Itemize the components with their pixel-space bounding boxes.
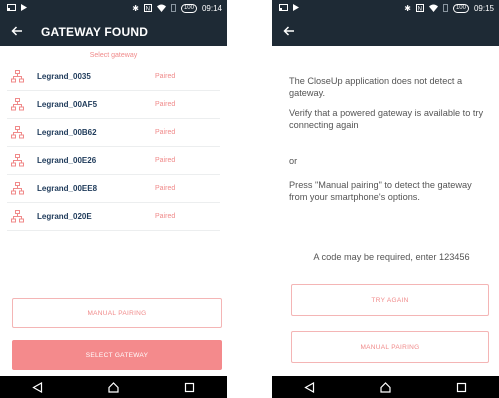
arrow-left-icon[interactable] bbox=[283, 24, 305, 40]
network-hub-icon bbox=[7, 210, 33, 223]
page-title: GATEWAY FOUND bbox=[41, 24, 149, 39]
svg-text:N: N bbox=[418, 6, 422, 12]
battery-indicator: 100 bbox=[452, 4, 469, 13]
home-icon[interactable] bbox=[93, 376, 133, 398]
gateway-status: Paired bbox=[155, 185, 176, 192]
gateway-item-legrand-0035[interactable]: Legrand_0035 Paired bbox=[7, 63, 220, 91]
try-again-button[interactable]: TRY AGAIN bbox=[291, 284, 489, 316]
status-bar: ✱ N 100 09:14 bbox=[0, 0, 227, 17]
wifi-icon bbox=[156, 4, 166, 14]
recents-icon[interactable] bbox=[441, 376, 481, 398]
network-hub-icon bbox=[7, 126, 33, 139]
manual-pairing-button[interactable]: MANUAL PAIRING bbox=[291, 331, 489, 363]
gateway-name: Legrand_00E26 bbox=[37, 156, 97, 165]
network-hub-icon bbox=[7, 98, 33, 111]
recents-icon[interactable] bbox=[169, 376, 209, 398]
nfc-icon: N bbox=[143, 3, 152, 14]
battery-indicator: 100 bbox=[180, 4, 197, 13]
gateway-item-legrand-00b62[interactable]: Legrand_00B62 Paired bbox=[7, 119, 220, 147]
navigation-bar bbox=[272, 376, 499, 398]
app-bar bbox=[272, 17, 499, 46]
wifi-icon bbox=[428, 4, 438, 14]
navigation-bar bbox=[0, 376, 227, 398]
select-gateway-label: Select gateway bbox=[89, 52, 138, 59]
play-store-icon bbox=[293, 4, 299, 13]
gateway-status: Paired bbox=[155, 101, 176, 108]
bluetooth-icon: ✱ bbox=[132, 3, 139, 13]
verify-gateway-message: Verify that a powered gateway is availab… bbox=[289, 108, 484, 130]
play-store-icon bbox=[21, 4, 27, 13]
gateway-name: Legrand_00EE8 bbox=[37, 184, 98, 193]
gateway-name: Legrand_0035 bbox=[37, 72, 91, 81]
bluetooth-icon: ✱ bbox=[404, 3, 411, 13]
gateway-item-legrand-020e[interactable]: Legrand_020E Paired bbox=[7, 203, 220, 231]
back-triangle-icon[interactable] bbox=[18, 376, 58, 398]
no-gateway-content: The CloseUp application does not detect … bbox=[272, 46, 499, 376]
sim-icon bbox=[442, 3, 448, 14]
code-hint: A code may be required, enter 123456 bbox=[313, 252, 470, 262]
manual-pairing-instructions: Press "Manual pairing" to detect the gat… bbox=[289, 180, 472, 202]
gateway-name: Legrand_020E bbox=[37, 212, 92, 221]
network-hub-icon bbox=[7, 182, 33, 195]
or-separator: or bbox=[289, 156, 298, 166]
svg-text:N: N bbox=[146, 6, 150, 12]
select-gateway-button[interactable]: SELECT GATEWAY bbox=[12, 340, 222, 370]
status-bar: ✱ N 100 09:15 bbox=[272, 0, 499, 17]
app-bar: GATEWAY FOUND bbox=[0, 17, 227, 46]
cast-icon bbox=[279, 4, 288, 13]
gateway-name: Legrand_00AF5 bbox=[37, 100, 98, 109]
network-hub-icon bbox=[7, 70, 33, 83]
gateway-item-legrand-00ee8[interactable]: Legrand_00EE8 Paired bbox=[7, 175, 220, 203]
gateway-found-screen: ✱ N 100 09:14 GATEWAY FOUND Select gatew… bbox=[0, 0, 227, 398]
clock: 09:15 bbox=[473, 4, 494, 13]
gateway-status: Paired bbox=[155, 213, 176, 220]
cast-icon bbox=[7, 4, 16, 13]
gateway-name: Legrand_00B62 bbox=[37, 128, 97, 137]
gateway-status: Paired bbox=[155, 73, 176, 80]
no-gateway-message: The CloseUp application does not detect … bbox=[289, 76, 463, 98]
gateway-list: Legrand_0035 Paired Legrand_00AF5 Paired… bbox=[0, 63, 227, 231]
nfc-icon: N bbox=[415, 3, 424, 14]
gateway-status: Paired bbox=[155, 129, 176, 136]
gateway-item-legrand-00e26[interactable]: Legrand_00E26 Paired bbox=[7, 147, 220, 175]
no-gateway-screen: ✱ N 100 09:15 The CloseUp application do… bbox=[272, 0, 499, 398]
back-triangle-icon[interactable] bbox=[290, 376, 330, 398]
network-hub-icon bbox=[7, 154, 33, 167]
arrow-left-icon[interactable] bbox=[11, 24, 33, 40]
clock: 09:14 bbox=[201, 4, 222, 13]
gateway-status: Paired bbox=[155, 157, 176, 164]
gateway-item-legrand-00af5[interactable]: Legrand_00AF5 Paired bbox=[7, 91, 220, 119]
gateway-content: Select gateway Legrand_0035 Paired Legra… bbox=[0, 46, 227, 376]
manual-pairing-button[interactable]: MANUAL PAIRING bbox=[12, 298, 222, 328]
sim-icon bbox=[170, 3, 176, 14]
home-icon[interactable] bbox=[365, 376, 405, 398]
